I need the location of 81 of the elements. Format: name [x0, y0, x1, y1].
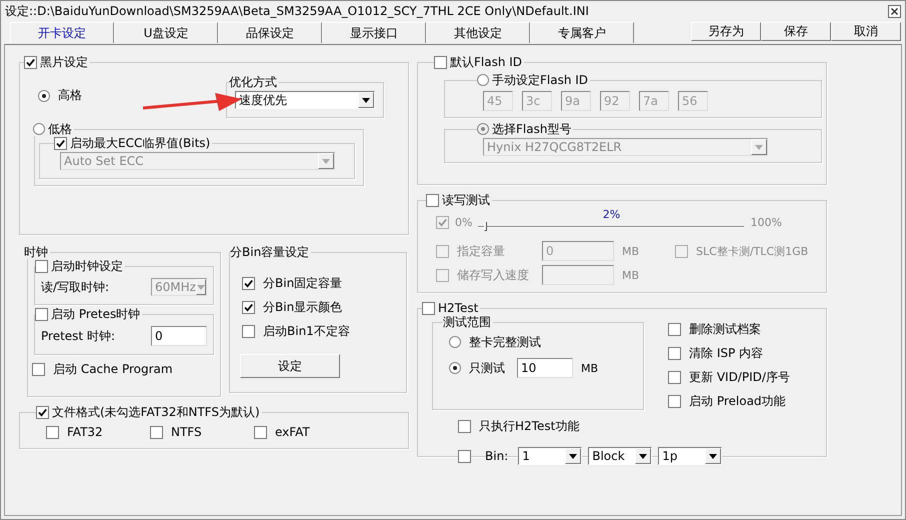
- checkbox[interactable]: [35, 308, 48, 320]
- caret-icon: [196, 284, 205, 290]
- tab[interactable]: 品保设定: [218, 22, 322, 43]
- checkbox-label[interactable]: 清除 ISP 内容: [689, 345, 764, 362]
- checkbox[interactable]: [32, 363, 45, 376]
- radio-button[interactable]: [38, 90, 50, 102]
- unit-label: MB: [622, 268, 640, 282]
- input-field[interactable]: 10: [517, 358, 573, 378]
- action-button[interactable]: 保存: [761, 22, 831, 41]
- checkbox[interactable]: [668, 347, 681, 360]
- slider-min-label: 0%: [455, 216, 472, 228]
- group-title: 分Bin容量设定: [230, 245, 310, 259]
- dropdown[interactable]: 1p: [658, 447, 722, 465]
- slider-max-label: 100%: [750, 216, 782, 228]
- caret-icon: [639, 454, 648, 458]
- checkbox-label[interactable]: 启动Bin1不定容: [263, 323, 350, 340]
- caret-icon: [569, 454, 578, 458]
- checkbox-label[interactable]: 更新 VID/PID/序号: [689, 369, 790, 386]
- checkbox[interactable]: [434, 56, 447, 68]
- checkbox-label[interactable]: exFAT: [275, 425, 310, 439]
- radio-label[interactable]: 低格: [48, 122, 72, 136]
- radio-button[interactable]: [449, 362, 461, 374]
- checkbox-label[interactable]: 分Bin固定容量: [263, 275, 342, 292]
- checkbox-label[interactable]: 默认Flash ID: [450, 55, 522, 69]
- checkbox[interactable]: [242, 301, 255, 314]
- tab[interactable]: U盘设定: [114, 22, 218, 43]
- tab[interactable]: 其他设定: [426, 22, 530, 43]
- radio-label[interactable]: 高格: [58, 87, 82, 104]
- unit-label: MB: [581, 362, 598, 374]
- field-label: 读/写取时钟:: [41, 278, 110, 296]
- radio-button[interactable]: [33, 123, 45, 135]
- caret-icon: [362, 98, 370, 102]
- set-button[interactable]: 设定: [240, 354, 340, 378]
- checkbox-label[interactable]: 启动 Pretes时钟: [51, 307, 140, 321]
- checkbox[interactable]: [458, 420, 471, 433]
- group-title: 优化方式: [229, 75, 277, 89]
- checkbox[interactable]: [254, 426, 267, 438]
- checkbox[interactable]: [242, 325, 255, 338]
- caret-icon: [322, 158, 330, 164]
- window-title: 设定::D:\BaiduYunDownload\SM3259AA\Beta_SM3259AA_O1012_SCY_7THL 2CE Only\NDefault.INI: [5, 2, 589, 20]
- checkbox-label[interactable]: 启动 Cache Program: [53, 361, 173, 378]
- checkbox-label[interactable]: 只执行H2Test功能: [479, 418, 580, 435]
- checkbox[interactable]: [668, 323, 681, 336]
- checkbox-label[interactable]: 黑片设定: [40, 55, 88, 69]
- action-button[interactable]: 取消: [831, 22, 901, 41]
- checkbox-label[interactable]: 删除测试档案: [689, 321, 761, 338]
- close-icon[interactable]: [888, 4, 901, 18]
- tab[interactable]: 开卡设定: [10, 22, 114, 43]
- checkbox-label[interactable]: 分Bin显示颜色: [263, 299, 342, 316]
- input-field[interactable]: 0: [151, 326, 207, 346]
- checkbox-label[interactable]: FAT32: [67, 425, 103, 439]
- radio-button[interactable]: [449, 336, 461, 348]
- radio-label[interactable]: 只测试: [469, 360, 505, 376]
- dropdown[interactable]: 1: [518, 447, 582, 465]
- group-title: 测试范围: [443, 315, 491, 329]
- checkbox[interactable]: [150, 426, 163, 438]
- checkbox[interactable]: [458, 450, 471, 462]
- radio-label[interactable]: 整卡完整测试: [469, 334, 541, 350]
- checkbox-label[interactable]: H2Test: [438, 301, 478, 315]
- dropdown[interactable]: 速度优先: [235, 91, 375, 109]
- checkbox-label[interactable]: 文件格式(未勾选FAT32和NTFS为默认): [52, 405, 260, 419]
- caret-icon: [709, 454, 718, 458]
- checkbox[interactable]: [46, 426, 59, 438]
- checkbox[interactable]: [668, 371, 681, 384]
- slider-reading: 2%: [602, 208, 622, 221]
- checkbox[interactable]: [36, 406, 49, 418]
- checkbox-label[interactable]: NTFS: [171, 425, 202, 439]
- unit-label: MB: [622, 244, 640, 258]
- tab[interactable]: 专属客户: [530, 22, 634, 43]
- action-button[interactable]: 另存为: [691, 22, 761, 41]
- checkbox[interactable]: [422, 302, 435, 314]
- checkbox-label[interactable]: 启动 Preload功能: [689, 393, 786, 410]
- caret-icon: [755, 144, 763, 150]
- checkbox[interactable]: [24, 56, 37, 68]
- tab[interactable]: 显示接口: [322, 22, 426, 43]
- dropdown[interactable]: Block: [588, 447, 652, 465]
- group-title: 时钟: [24, 245, 48, 259]
- field-label: Bin:: [485, 449, 508, 463]
- checkbox[interactable]: [242, 277, 255, 290]
- checkbox[interactable]: [668, 395, 681, 408]
- field-label: Pretest 时钟:: [41, 328, 115, 344]
